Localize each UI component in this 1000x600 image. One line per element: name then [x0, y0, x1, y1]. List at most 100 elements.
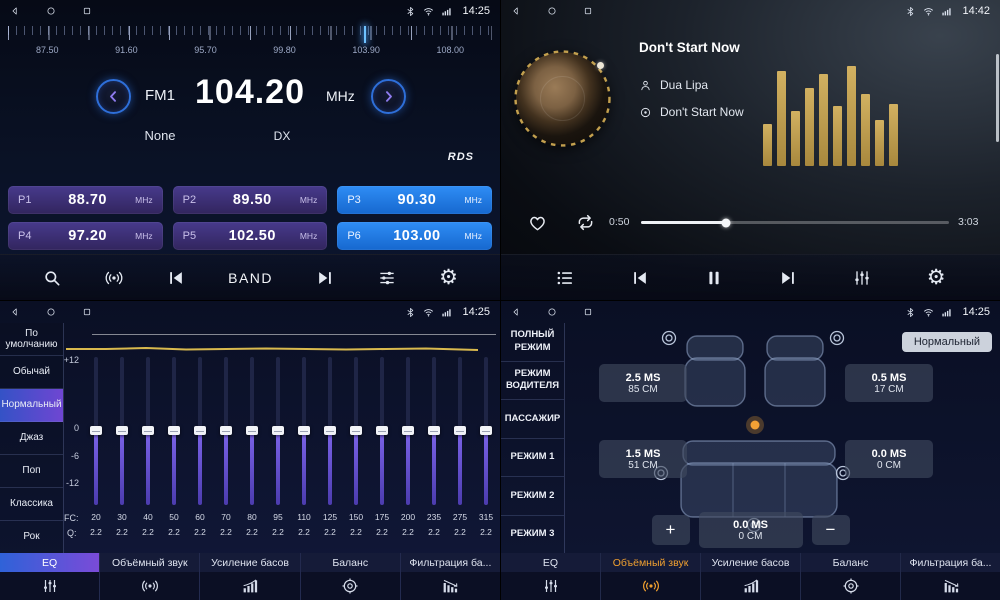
- audio-tab-surround-sound[interactable]: Объёмный звук: [601, 553, 701, 600]
- progress-bar[interactable]: [641, 221, 949, 224]
- radio-preset-p4[interactable]: P497.20MHz: [8, 222, 163, 250]
- eq-slider[interactable]: [224, 357, 228, 505]
- next-station-icon[interactable]: [315, 268, 335, 288]
- scrollbar[interactable]: [996, 54, 999, 142]
- surround-mode-4[interactable]: РЕЖИМ 2: [501, 477, 564, 516]
- radio-broadcast-icon[interactable]: [104, 268, 124, 288]
- eq-preset-6[interactable]: Рок: [0, 521, 63, 553]
- radio-preset-p1[interactable]: P188.70MHz: [8, 186, 163, 214]
- eq-slider[interactable]: [120, 357, 124, 505]
- audio-tab-balance[interactable]: Баланс: [301, 553, 401, 600]
- eq-slider-handle[interactable]: [480, 426, 492, 435]
- mixer-faders-icon[interactable]: [852, 268, 872, 288]
- back-icon[interactable]: [10, 307, 20, 317]
- eq-slider[interactable]: [94, 357, 98, 505]
- eq-slider[interactable]: [406, 357, 410, 505]
- eq-slider[interactable]: [276, 357, 280, 505]
- surround-mode-0[interactable]: ПОЛНЫЙ РЕЖИМ: [501, 323, 564, 362]
- audio-tab-bass-boost[interactable]: Усиление басов: [701, 553, 801, 600]
- tune-up-button[interactable]: [371, 79, 406, 114]
- recents-square-icon[interactable]: [82, 307, 92, 317]
- band-button[interactable]: BAND: [228, 270, 273, 286]
- eq-slider-handle[interactable]: [168, 426, 180, 435]
- eq-slider[interactable]: [146, 357, 150, 505]
- eq-preset-3[interactable]: Джаз: [0, 422, 63, 455]
- surround-mode-2[interactable]: ПАССАЖИР: [501, 400, 564, 439]
- home-circle-icon[interactable]: [547, 307, 557, 317]
- back-icon[interactable]: [511, 307, 521, 317]
- increase-delay-button[interactable]: +: [652, 515, 690, 545]
- pause-icon[interactable]: [704, 268, 724, 288]
- rear-left-delay[interactable]: 1.5 MS 51 CM: [599, 440, 687, 478]
- surround-mode-3[interactable]: РЕЖИМ 1: [501, 439, 564, 478]
- eq-preset-4[interactable]: Поп: [0, 455, 63, 488]
- eq-slider-handle[interactable]: [90, 426, 102, 435]
- audio-tab-eq[interactable]: EQ: [501, 553, 601, 600]
- audio-tab-subwoofer-filter[interactable]: Фильтрация ба...: [401, 553, 500, 600]
- eq-preset-2[interactable]: Нормальный: [0, 389, 63, 422]
- eq-slider-handle[interactable]: [142, 426, 154, 435]
- rear-right-delay[interactable]: 0.0 MS 0 CM: [845, 440, 933, 478]
- repeat-icon[interactable]: [575, 212, 596, 238]
- album-art[interactable]: [516, 52, 609, 145]
- progress-knob[interactable]: [721, 218, 730, 227]
- eq-slider-handle[interactable]: [220, 426, 232, 435]
- settings-gear-icon[interactable]: ⚙: [927, 267, 946, 288]
- recents-square-icon[interactable]: [583, 307, 593, 317]
- radio-preset-p6[interactable]: P6103.00MHz: [337, 222, 492, 250]
- eq-slider[interactable]: [484, 357, 488, 505]
- eq-slider-handle[interactable]: [350, 426, 362, 435]
- eq-slider[interactable]: [172, 357, 176, 505]
- eq-slider-handle[interactable]: [298, 426, 310, 435]
- eq-slider-handle[interactable]: [246, 426, 258, 435]
- playlist-icon[interactable]: [555, 268, 575, 288]
- front-left-delay[interactable]: 2.5 MS 85 CM: [599, 364, 687, 402]
- profile-normal-button[interactable]: Нормальный: [902, 332, 992, 352]
- settings-gear-icon[interactable]: ⚙: [439, 267, 458, 288]
- eq-slider-handle[interactable]: [194, 426, 206, 435]
- favorite-heart-icon[interactable]: [527, 212, 548, 238]
- front-right-delay[interactable]: 0.5 MS 17 CM: [845, 364, 933, 402]
- eq-preset-1[interactable]: Обычай: [0, 356, 63, 389]
- eq-slider[interactable]: [458, 357, 462, 505]
- audio-tab-subwoofer-filter[interactable]: Фильтрация ба...: [901, 553, 1000, 600]
- tune-down-button[interactable]: [96, 79, 131, 114]
- eq-slider-handle[interactable]: [272, 426, 284, 435]
- previous-station-icon[interactable]: [166, 268, 186, 288]
- surround-mode-5[interactable]: РЕЖИМ 3: [501, 516, 564, 554]
- eq-preset-0[interactable]: По умолчанию: [0, 323, 63, 356]
- eq-slider[interactable]: [328, 357, 332, 505]
- eq-preset-5[interactable]: Классика: [0, 488, 63, 521]
- search-icon[interactable]: [42, 268, 62, 288]
- recents-square-icon[interactable]: [583, 6, 593, 16]
- eq-slider[interactable]: [432, 357, 436, 505]
- previous-track-icon[interactable]: [630, 268, 650, 288]
- eq-slider-handle[interactable]: [454, 426, 466, 435]
- eq-slider-handle[interactable]: [116, 426, 128, 435]
- eq-slider[interactable]: [380, 357, 384, 505]
- audio-tab-eq[interactable]: EQ: [0, 553, 100, 600]
- audio-tab-surround-sound[interactable]: Объёмный звук: [100, 553, 200, 600]
- audio-tab-balance[interactable]: Баланс: [801, 553, 901, 600]
- home-circle-icon[interactable]: [46, 6, 56, 16]
- decrease-delay-button[interactable]: −: [812, 515, 850, 545]
- back-icon[interactable]: [10, 6, 20, 16]
- eq-slider-handle[interactable]: [428, 426, 440, 435]
- eq-slider[interactable]: [250, 357, 254, 505]
- radio-preset-p5[interactable]: P5102.50MHz: [173, 222, 328, 250]
- back-icon[interactable]: [511, 6, 521, 16]
- radio-preset-p2[interactable]: P289.50MHz: [173, 186, 328, 214]
- audio-tab-bass-boost[interactable]: Усиление басов: [200, 553, 300, 600]
- eq-slider-handle[interactable]: [324, 426, 336, 435]
- eq-slider-handle[interactable]: [376, 426, 388, 435]
- recents-square-icon[interactable]: [82, 6, 92, 16]
- eq-slider-handle[interactable]: [402, 426, 414, 435]
- home-circle-icon[interactable]: [547, 6, 557, 16]
- eq-slider[interactable]: [302, 357, 306, 505]
- radio-preset-p3[interactable]: P390.30MHz: [337, 186, 492, 214]
- eq-slider[interactable]: [198, 357, 202, 505]
- next-track-icon[interactable]: [778, 268, 798, 288]
- eq-slider[interactable]: [354, 357, 358, 505]
- frequency-scale[interactable]: 87.50 91.60 95.70 99.80 103.90 108.00: [8, 26, 492, 66]
- audio-sliders-icon[interactable]: [377, 268, 397, 288]
